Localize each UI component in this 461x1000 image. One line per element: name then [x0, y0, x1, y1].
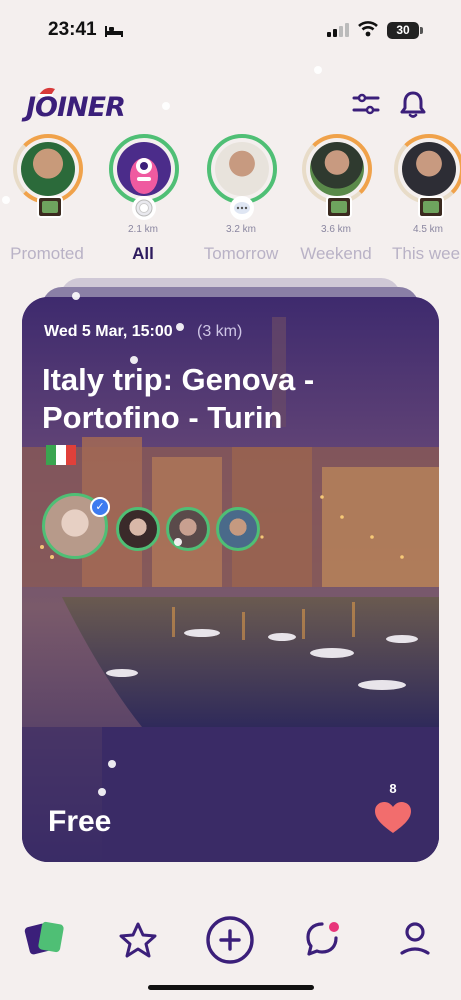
signal-icon: [327, 23, 349, 37]
story-label: This wee: [392, 244, 461, 263]
snowflake-decoration: [2, 196, 10, 204]
snowflake-decoration: [174, 538, 182, 546]
participant-avatar[interactable]: [216, 507, 260, 551]
snowflake-decoration: [108, 760, 116, 768]
chat-icon[interactable]: [304, 919, 344, 959]
story-distance: 3.6 km: [320, 224, 351, 235]
likes-count: 8: [389, 781, 397, 796]
snowflake-decoration: [162, 102, 170, 110]
story-label: Tomorrow: [203, 244, 279, 263]
snowflake-decoration: [98, 788, 106, 796]
chat-bubble-icon: [230, 196, 254, 220]
participant-avatar[interactable]: [166, 507, 210, 551]
event-date: Wed 5 Mar, 15:00: [44, 323, 173, 340]
battery-tip: [420, 27, 423, 34]
plus-icon[interactable]: [205, 915, 255, 965]
cards-icon[interactable]: [24, 917, 68, 957]
wifi-icon: [358, 21, 378, 37]
category-stories: Promoted 2.1 km All 3.2 km Tomorrow 3.6 …: [0, 132, 461, 272]
snowflake-decoration: [72, 292, 80, 300]
story-label: All: [132, 244, 154, 263]
tv-icon: [37, 196, 63, 218]
event-card[interactable]: Wed 5 Mar, 15:00 (3 km) Italy trip: Geno…: [22, 297, 439, 862]
snowflake-decoration: [130, 356, 138, 364]
profile-icon[interactable]: [398, 921, 432, 957]
app-logo[interactable]: JOINER: [26, 92, 126, 123]
event-price: Free: [48, 805, 112, 838]
home-indicator: [148, 985, 314, 990]
battery-indicator: 30: [387, 22, 419, 39]
verified-badge-icon: ✓: [90, 497, 110, 517]
plate-icon: [132, 196, 156, 220]
avatar: [310, 142, 364, 196]
avatar: [21, 142, 75, 196]
avatar: [402, 142, 456, 196]
tv-icon: [418, 196, 444, 218]
event-title: Italy trip: Genova - Portofino - Turin: [42, 362, 315, 435]
bottom-nav: [0, 905, 461, 975]
monster-avatar: [117, 142, 171, 196]
italy-flag-icon: [46, 445, 76, 465]
event-distance: (3 km): [197, 323, 243, 340]
star-icon[interactable]: [118, 921, 158, 959]
story-distance: 4.5 km: [412, 224, 443, 235]
avatar: [215, 142, 269, 196]
story-distance: 3.2 km: [225, 224, 256, 235]
filter-icon[interactable]: [352, 93, 380, 115]
story-label: Weekend: [300, 244, 372, 263]
participant-avatar[interactable]: [116, 507, 160, 551]
bed-icon: [105, 26, 123, 37]
bell-icon[interactable]: [400, 90, 426, 118]
snowflake-decoration: [176, 323, 184, 331]
snowflake-decoration: [314, 66, 322, 74]
heart-icon[interactable]: [374, 801, 412, 835]
story-label: Promoted: [10, 244, 84, 263]
story-distance: 2.1 km: [127, 224, 158, 235]
tv-icon: [326, 196, 352, 218]
status-bar: 23:41 30: [0, 0, 461, 60]
status-time: 23:41: [48, 19, 97, 40]
participants-list[interactable]: [42, 493, 342, 565]
